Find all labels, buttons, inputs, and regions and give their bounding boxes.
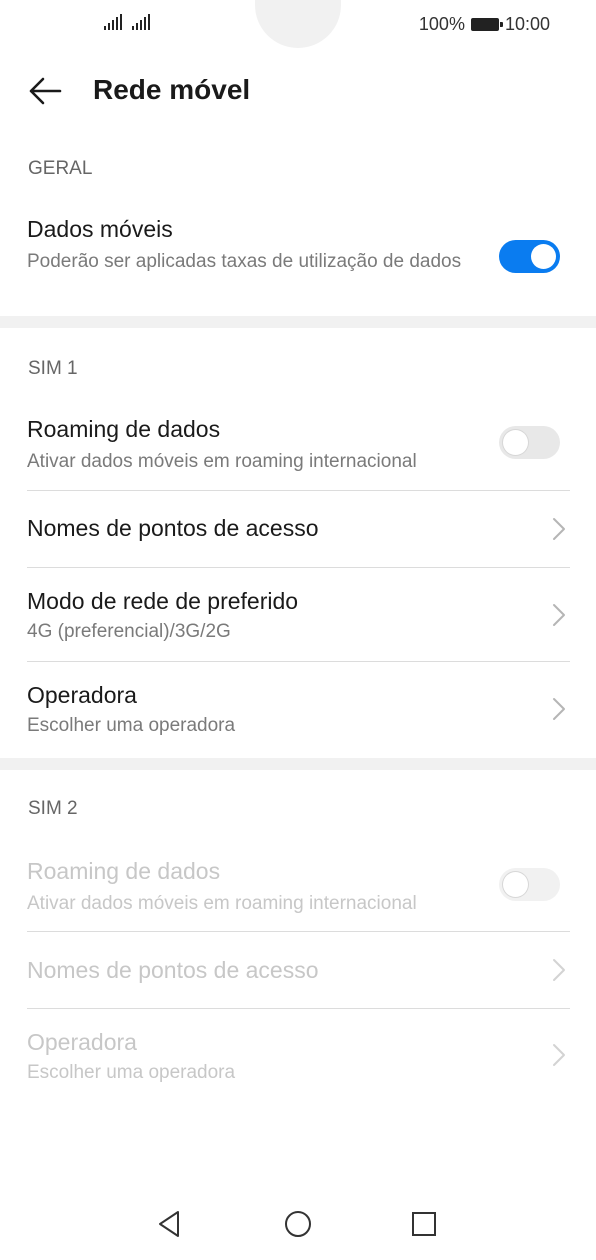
sim1-roaming-subtitle: Ativar dados móveis em roaming internaci… bbox=[27, 451, 417, 472]
arrow-left-icon[interactable] bbox=[28, 76, 62, 106]
sim1-roaming-title: Roaming de dados bbox=[27, 416, 221, 442]
section-sim1: SIM 1 Roaming de dados Ativar dados móve… bbox=[0, 328, 596, 758]
battery-icon bbox=[470, 18, 503, 31]
sim2-operator-row[interactable]: Operadora Escolher uma operadora bbox=[0, 1009, 596, 1103]
triangle-back-icon[interactable] bbox=[154, 1208, 186, 1240]
section-header-general: GERAL bbox=[28, 158, 93, 179]
sim1-network-mode-subtitle: 4G (preferencial)/3G/2G bbox=[27, 621, 231, 642]
sim1-apn-row[interactable]: Nomes de pontos de acesso bbox=[0, 491, 596, 567]
chevron-right-icon bbox=[553, 959, 565, 981]
app-bar: Rede móvel bbox=[0, 56, 596, 128]
section-header-sim1: SIM 1 bbox=[28, 358, 78, 379]
status-right: 100% 10:00 bbox=[419, 14, 550, 35]
section-header-sim2: SIM 2 bbox=[28, 798, 78, 819]
signal-indicators bbox=[104, 14, 150, 30]
mobile-data-toggle[interactable] bbox=[499, 240, 560, 273]
sim1-network-mode-title: Modo de rede de preferido bbox=[27, 588, 299, 614]
sim1-roaming-row[interactable]: Roaming de dados Ativar dados móveis em … bbox=[0, 408, 596, 490]
signal-sim2-icon bbox=[132, 14, 150, 30]
circle-home-icon[interactable] bbox=[282, 1208, 314, 1240]
signal-sim1-icon bbox=[104, 14, 122, 30]
section-sim2: SIM 2 Roaming de dados Ativar dados móve… bbox=[0, 770, 596, 1180]
chevron-right-icon bbox=[553, 1044, 565, 1066]
sim2-roaming-toggle[interactable] bbox=[499, 868, 560, 901]
status-bar: 100% 10:00 bbox=[0, 0, 596, 56]
chevron-right-icon bbox=[553, 518, 565, 540]
mobile-data-title: Dados móveis bbox=[27, 216, 173, 242]
page-title: Rede móvel bbox=[93, 74, 251, 105]
chevron-right-icon bbox=[553, 604, 565, 626]
sim2-apn-row[interactable]: Nomes de pontos de acesso bbox=[0, 932, 596, 1008]
sim1-operator-title: Operadora bbox=[27, 682, 137, 708]
sim2-apn-title: Nomes de pontos de acesso bbox=[27, 957, 319, 983]
sim2-roaming-title: Roaming de dados bbox=[27, 858, 221, 884]
chevron-right-icon bbox=[553, 698, 565, 720]
camera-notch bbox=[255, 0, 341, 48]
sim1-operator-row[interactable]: Operadora Escolher uma operadora bbox=[0, 662, 596, 756]
sim2-operator-subtitle: Escolher uma operadora bbox=[27, 1062, 236, 1083]
sim1-roaming-toggle[interactable] bbox=[499, 426, 560, 459]
battery-percent: 100% bbox=[418, 14, 465, 34]
sim2-roaming-row[interactable]: Roaming de dados Ativar dados móveis em … bbox=[0, 850, 596, 931]
sim1-operator-subtitle: Escolher uma operadora bbox=[27, 715, 236, 736]
toggle-knob bbox=[503, 430, 528, 455]
mobile-data-subtitle: Poderão ser aplicadas taxas de utilizaçã… bbox=[27, 251, 462, 272]
square-recents-icon[interactable] bbox=[408, 1208, 440, 1240]
section-general: GERAL Dados móveis Poderão ser aplicadas… bbox=[0, 128, 596, 316]
sim2-operator-title: Operadora bbox=[27, 1029, 137, 1055]
navigation-bar bbox=[0, 1180, 596, 1260]
clock: 10:00 bbox=[504, 14, 550, 34]
sim1-network-mode-row[interactable]: Modo de rede de preferido 4G (preferenci… bbox=[0, 568, 596, 661]
mobile-data-row[interactable]: Dados móveis Poderão ser aplicadas taxas… bbox=[0, 208, 596, 308]
toggle-knob bbox=[531, 244, 556, 269]
sim1-apn-title: Nomes de pontos de acesso bbox=[27, 515, 319, 541]
sim2-roaming-subtitle: Ativar dados móveis em roaming internaci… bbox=[27, 893, 417, 914]
toggle-knob bbox=[503, 872, 528, 897]
